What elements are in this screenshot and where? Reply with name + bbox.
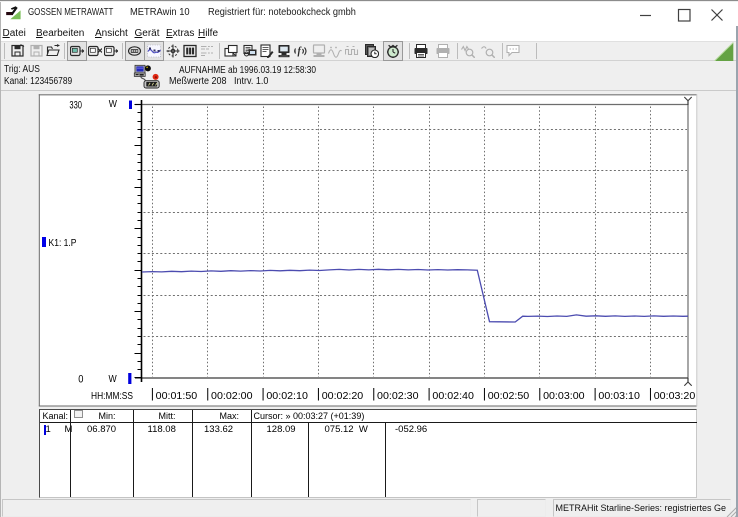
svg-text:W: W — [109, 374, 118, 385]
svg-text:00:03:10: 00:03:10 — [598, 390, 640, 402]
svg-text:00:01:50: 00:01:50 — [156, 390, 198, 402]
svg-text:330: 330 — [69, 99, 82, 111]
svg-text:00:03:00: 00:03:00 — [543, 390, 585, 402]
svg-text:00:02:10: 00:02:10 — [266, 390, 308, 402]
svg-text:0: 0 — [78, 373, 83, 385]
svg-text:00:02:40: 00:02:40 — [432, 390, 474, 402]
svg-text:00:02:20: 00:02:20 — [322, 390, 364, 402]
svg-text:00:03:20: 00:03:20 — [654, 390, 696, 402]
svg-text:K1: 1.P: K1: 1.P — [49, 238, 77, 249]
svg-text:f: f — [298, 46, 303, 57]
svg-text:HH:MM:SS: HH:MM:SS — [91, 391, 133, 402]
svg-text:00:02:00: 00:02:00 — [211, 390, 253, 402]
svg-text:00:02:50: 00:02:50 — [488, 390, 530, 402]
svg-text:00:02:30: 00:02:30 — [377, 390, 419, 402]
svg-text:W: W — [109, 99, 118, 110]
